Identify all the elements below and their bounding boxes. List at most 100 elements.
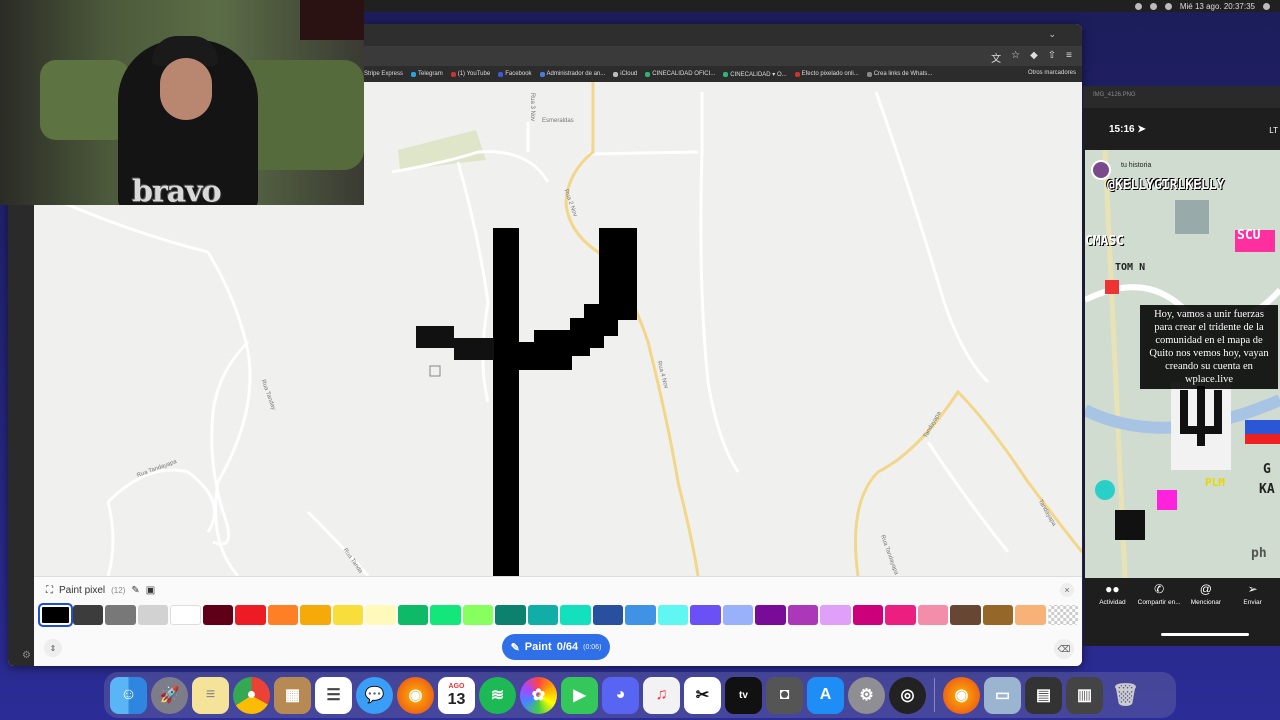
- color-swatch[interactable]: [105, 605, 136, 625]
- color-swatch[interactable]: [430, 605, 461, 625]
- action-send[interactable]: ➢ Enviar: [1229, 582, 1276, 622]
- facetime-icon[interactable]: ▶: [561, 676, 598, 714]
- share-icon[interactable]: ⇧: [1048, 50, 1056, 65]
- translate-icon[interactable]: 文: [991, 50, 1001, 65]
- color-swatch[interactable]: [560, 605, 591, 625]
- bookmark-youtube[interactable]: (1) YouTube: [450, 71, 490, 77]
- obs-icon[interactable]: ◎: [889, 676, 926, 714]
- color-swatch[interactable]: [982, 605, 1013, 625]
- phone-story-image[interactable]: tu historia @KELLYGIRLKELLY SCU CMASC TO…: [1085, 150, 1280, 578]
- story-avatar[interactable]: [1091, 160, 1111, 180]
- settings-gear-icon[interactable]: ⚙: [22, 650, 31, 661]
- control-center-icon[interactable]: [1134, 2, 1142, 10]
- color-swatch[interactable]: [462, 605, 493, 625]
- color-swatch[interactable]: [592, 605, 623, 625]
- extension-icon[interactable]: ◆: [1030, 50, 1038, 65]
- color-swatch[interactable]: [690, 605, 721, 625]
- wifi-icon[interactable]: [1149, 2, 1157, 10]
- bookmark-cinecalidad-2[interactable]: CINECALIDAD ▾ O...: [723, 71, 787, 78]
- camera-icon[interactable]: ◘: [766, 676, 803, 714]
- archive-icon[interactable]: ▦: [274, 676, 311, 714]
- color-swatch[interactable]: [397, 605, 428, 625]
- battery-icon[interactable]: [1164, 2, 1172, 10]
- close-panel-button[interactable]: ×: [1060, 583, 1074, 597]
- color-swatch[interactable]: [755, 605, 786, 625]
- color-swatch[interactable]: [202, 605, 233, 625]
- map-tag: G: [1263, 462, 1271, 477]
- color-swatch[interactable]: [495, 605, 526, 625]
- menubar-datetime[interactable]: Mié 13 ago. 20:37:35: [1180, 2, 1255, 11]
- home-indicator: [1161, 633, 1249, 636]
- street-label: Rua 3 Nov: [529, 92, 536, 122]
- bookmark-cinecalidad-1[interactable]: CINECALIDAD OFICI...: [645, 71, 715, 77]
- color-swatch[interactable]: [1015, 605, 1046, 625]
- reminders-icon[interactable]: ☰: [315, 676, 352, 714]
- window-thumbnail-icon[interactable]: ▥: [1066, 676, 1103, 714]
- expand-toggle-icon[interactable]: ⇕: [44, 639, 62, 657]
- color-swatch[interactable]: [38, 603, 73, 627]
- paint-button[interactable]: ✎ Paint 0/64 (0:06): [502, 634, 610, 660]
- bookmark-other-folder[interactable]: Otros marcadores: [1028, 70, 1076, 76]
- eraser-icon[interactable]: ⌫: [1054, 639, 1074, 659]
- action-mention[interactable]: @ Mencionar: [1183, 582, 1230, 622]
- color-swatch[interactable]: [722, 605, 753, 625]
- chrome-icon[interactable]: ●: [233, 676, 270, 714]
- settings-icon[interactable]: ⚙: [848, 676, 885, 714]
- star-icon[interactable]: ☆: [1011, 50, 1020, 65]
- action-share[interactable]: ✆ Compartir en...: [1136, 582, 1183, 622]
- color-swatch[interactable]: [267, 605, 298, 625]
- color-swatch[interactable]: [852, 605, 883, 625]
- messages-icon[interactable]: 💬: [356, 676, 393, 714]
- color-swatch[interactable]: [365, 605, 396, 625]
- color-swatch[interactable]: [820, 605, 851, 625]
- finder-icon[interactable]: ☺: [110, 676, 147, 714]
- firefox-recent-icon[interactable]: ◉: [943, 676, 980, 714]
- map-tag: ph: [1251, 546, 1267, 561]
- bookmark-telegram[interactable]: Telegram: [411, 71, 443, 77]
- color-palette: [38, 603, 1078, 627]
- color-swatch[interactable]: [787, 605, 818, 625]
- music-icon[interactable]: ♫: [643, 676, 680, 714]
- chevron-down-icon[interactable]: ⌄: [1048, 29, 1056, 40]
- bookmark-stripe[interactable]: Stripe Express: [364, 71, 403, 77]
- action-activity[interactable]: ●● Actividad: [1089, 582, 1136, 622]
- bookmark-facebook[interactable]: Facebook: [498, 71, 532, 77]
- bookmark-pixelado[interactable]: Efecto pixelado onli...: [794, 71, 859, 77]
- color-swatch[interactable]: [527, 605, 558, 625]
- pencil-icon[interactable]: ✎: [131, 585, 139, 596]
- color-swatch[interactable]: [72, 605, 103, 625]
- calendar-icon[interactable]: AGO 13: [438, 676, 475, 714]
- appletv-icon[interactable]: tv: [725, 676, 762, 714]
- color-swatch-transparent[interactable]: [1047, 605, 1078, 625]
- photos-icon[interactable]: ✿: [520, 676, 557, 714]
- bookmark-whatsapp-links[interactable]: Crea links de Whats...: [866, 71, 932, 77]
- color-swatch[interactable]: [137, 605, 168, 625]
- color-swatch[interactable]: [170, 605, 201, 625]
- firefox-icon[interactable]: ◉: [397, 676, 434, 714]
- trash-icon[interactable]: 🗑: [1107, 677, 1144, 714]
- menu-icon[interactable]: ≡: [1066, 50, 1072, 65]
- siri-icon[interactable]: [1263, 2, 1270, 10]
- bookmark-admin[interactable]: Administrador de an...: [539, 71, 605, 77]
- notes-icon[interactable]: ≡: [192, 676, 229, 714]
- paint-panel-header: ⛶ Paint pixel (12) ✎ ▣: [46, 585, 155, 596]
- color-swatch[interactable]: [917, 605, 948, 625]
- color-swatch[interactable]: [625, 605, 656, 625]
- send-icon: ➢: [1247, 582, 1258, 596]
- launchpad-icon[interactable]: 🚀: [151, 676, 188, 714]
- terminal-window-icon[interactable]: ▤: [1025, 676, 1062, 714]
- pixel-cursor: [429, 365, 441, 377]
- spotify-icon[interactable]: ≋: [479, 676, 516, 714]
- appstore-icon[interactable]: A: [807, 676, 844, 714]
- bookmark-icloud[interactable]: iCloud: [613, 71, 637, 77]
- color-swatch[interactable]: [657, 605, 688, 625]
- color-swatch[interactable]: [885, 605, 916, 625]
- color-swatch[interactable]: [300, 605, 331, 625]
- discord-icon[interactable]: ◕: [602, 676, 639, 714]
- capcut-icon[interactable]: ✂: [684, 676, 721, 714]
- image-icon[interactable]: ▣: [146, 585, 155, 596]
- color-swatch[interactable]: [950, 605, 981, 625]
- preview-window-icon[interactable]: ▭: [984, 676, 1021, 714]
- color-swatch[interactable]: [332, 605, 363, 625]
- color-swatch[interactable]: [235, 605, 266, 625]
